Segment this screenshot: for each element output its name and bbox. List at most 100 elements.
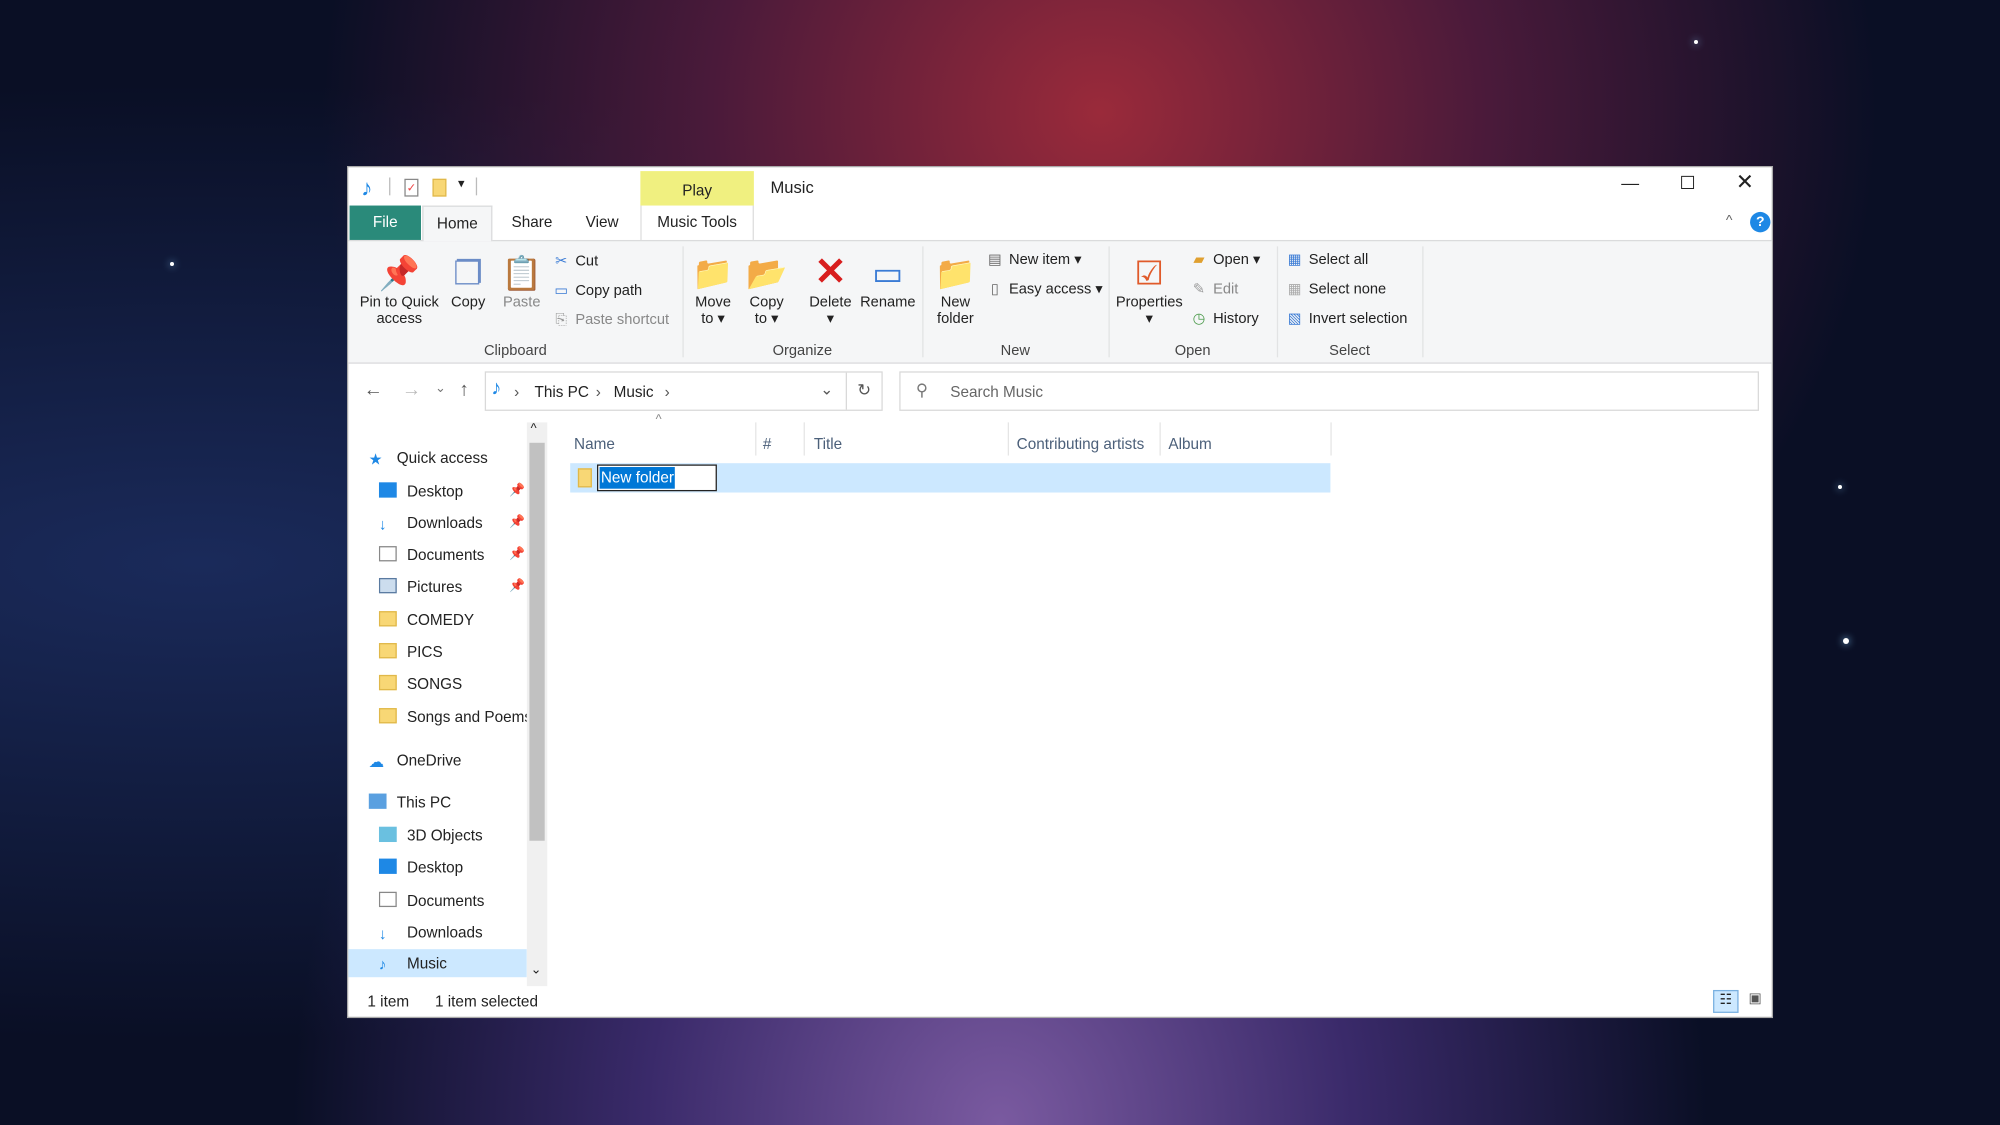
rename-button[interactable]: ▭ Rename — [858, 251, 917, 311]
easy-access-button[interactable]: ▯ Easy access ▾ — [986, 277, 1103, 303]
divider — [1108, 246, 1110, 358]
label: Paste shortcut — [575, 312, 670, 328]
nav-item-pc-downloads[interactable]: ↓ Downloads — [379, 919, 527, 947]
customize-dropdown-icon[interactable]: ▾ — [458, 177, 464, 191]
column-header-album[interactable]: Album — [1168, 429, 1211, 460]
select-all-button[interactable]: ▦ Select all — [1286, 248, 1368, 274]
open-button[interactable]: ▰ Open ▾ — [1190, 248, 1260, 274]
easy-access-icon: ▯ — [990, 282, 999, 298]
nav-item-pictures[interactable]: Pictures — [378, 573, 527, 601]
copy-to-button[interactable]: 📂 Copy to ▾ — [744, 251, 790, 328]
nav-item-documents[interactable]: Documents — [378, 541, 527, 569]
music-icon: ♪ — [491, 377, 502, 400]
star — [1838, 485, 1842, 489]
refresh-icon[interactable]: ↻ — [857, 380, 871, 400]
nav-item-pc-desktop[interactable]: Desktop — [378, 853, 527, 881]
large-icons-view-button[interactable]: ▣ — [1744, 990, 1767, 1013]
nav-item-downloads[interactable]: ↓ Downloads — [379, 509, 527, 537]
rename-input[interactable]: New folder — [596, 464, 717, 492]
scroll-down-icon[interactable]: ⌄ — [531, 963, 542, 977]
scroll-up-icon[interactable]: ^ — [531, 422, 537, 436]
column-header-contributing-artists[interactable]: Contributing artists — [1017, 429, 1145, 460]
search-box[interactable]: ⚲ Search Music — [899, 371, 1759, 411]
invert-selection-button[interactable]: ▧ Invert selection — [1286, 306, 1408, 332]
file-row-new-folder[interactable]: New folder — [570, 463, 1331, 493]
new-folder-button[interactable]: 📁 New folder — [930, 251, 981, 328]
nav-item-songs[interactable]: SONGS — [378, 670, 527, 698]
delete-button[interactable]: ✕ Delete ▾ — [802, 251, 858, 328]
close-button[interactable]: ✕ — [1726, 170, 1764, 198]
paste-shortcut-button[interactable]: ⎘ Paste shortcut — [552, 308, 669, 334]
label: Copy — [749, 294, 784, 311]
properties-icon[interactable]: ✓ — [404, 178, 419, 197]
nav-item-pics[interactable]: PICS — [378, 638, 527, 666]
sort-ascending-icon: ^ — [655, 413, 662, 428]
label: Desktop — [406, 482, 464, 501]
address-bar[interactable]: ♪ › This PC › Music › ⌄ ↻ — [484, 371, 883, 411]
tab-file[interactable]: File — [349, 205, 421, 240]
divider — [1007, 422, 1009, 456]
nav-this-pc[interactable]: This PC — [368, 788, 520, 816]
copy-button[interactable]: ❐ Copy — [445, 251, 491, 311]
window-title: Music — [770, 177, 814, 197]
nav-item-music-selected[interactable]: ♪ Music — [348, 949, 527, 978]
ribbon: 📌 Pin to Quick access ❐ Copy 📋 Paste ✂ Cut ▭ C… — [348, 239, 1772, 364]
tab-view[interactable]: View — [573, 206, 632, 240]
nav-onedrive[interactable]: ☁ OneDrive — [369, 746, 520, 774]
back-arrow-icon[interactable]: ← — [364, 379, 383, 401]
pin-to-quick-access-button[interactable]: 📌 Pin to Quick access — [356, 251, 443, 328]
nav-item-comedy[interactable]: COMEDY — [378, 606, 527, 634]
nav-item-3d-objects[interactable]: 3D Objects — [378, 822, 527, 850]
column-header-name[interactable]: Name — [574, 429, 615, 460]
up-arrow-icon[interactable]: ↑ — [459, 379, 469, 401]
dropdown-arrow-icon: ▾ — [1145, 311, 1153, 327]
play-context-tab[interactable]: Play — [640, 171, 754, 206]
tab-home[interactable]: Home — [422, 205, 493, 242]
column-header-number[interactable]: # — [763, 429, 772, 460]
music-icon: ♪ — [378, 955, 387, 974]
label: New item — [1008, 252, 1071, 269]
collapse-ribbon-icon[interactable]: ^ — [1726, 213, 1733, 228]
desktop-icon — [378, 858, 397, 874]
label: to ▾ — [754, 311, 779, 327]
open-icon: ▰ — [1193, 252, 1205, 269]
recent-locations-chevron-icon[interactable]: ⌄ — [435, 382, 446, 396]
history-button[interactable]: ◷ History — [1190, 306, 1259, 332]
group-label-open: Open — [1174, 343, 1211, 359]
properties-button[interactable]: ☑ Properties ▾ — [1114, 251, 1185, 328]
label: New — [940, 294, 971, 311]
label: Pictures — [406, 577, 463, 596]
forward-arrow-icon[interactable]: → — [402, 379, 421, 401]
maximize-button[interactable]: ☐ — [1668, 172, 1706, 200]
help-icon[interactable]: ? — [1750, 211, 1771, 233]
details-view-button[interactable]: ☷ — [1713, 989, 1739, 1013]
select-none-button[interactable]: ▦ Select none — [1286, 277, 1386, 303]
tab-share[interactable]: Share — [501, 206, 562, 240]
nav-quick-access[interactable]: ★ Quick access — [369, 444, 520, 472]
status-item-count: 1 item — [367, 992, 410, 1011]
address-dropdown-icon[interactable]: ⌄ — [820, 380, 833, 398]
scrollbar-thumb[interactable] — [529, 442, 545, 841]
label: Music — [406, 954, 447, 973]
nav-item-pc-documents[interactable]: Documents — [378, 887, 527, 915]
breadcrumb-music[interactable]: Music — [614, 383, 654, 401]
column-header-title[interactable]: Title — [814, 429, 842, 460]
star — [1694, 40, 1698, 44]
nav-item-songs-and-poems[interactable]: Songs and Poems — [378, 703, 527, 731]
breadcrumb-this-pc[interactable]: This PC — [534, 383, 588, 401]
label: SONGS — [406, 674, 463, 693]
nav-item-desktop[interactable]: Desktop — [378, 477, 527, 505]
search-input[interactable]: Search Music — [950, 383, 1043, 401]
divider — [755, 422, 757, 456]
minimize-button[interactable]: — — [1611, 172, 1649, 200]
edit-button[interactable]: ✎ Edit — [1190, 277, 1238, 303]
new-item-button[interactable]: ▤ New item ▾ — [986, 248, 1082, 274]
tab-music-tools[interactable]: Music Tools — [640, 205, 754, 240]
paste-button[interactable]: 📋 Paste — [499, 251, 545, 311]
copy-path-button[interactable]: ▭ Copy path — [552, 278, 642, 304]
cut-button[interactable]: ✂ Cut — [552, 249, 598, 275]
nav-scrollbar[interactable]: ^ ⌄ — [526, 422, 548, 987]
move-to-button[interactable]: 📁 Move to ▾ — [690, 251, 736, 328]
new-folder-icon[interactable] — [432, 178, 447, 197]
label: access — [376, 311, 423, 327]
